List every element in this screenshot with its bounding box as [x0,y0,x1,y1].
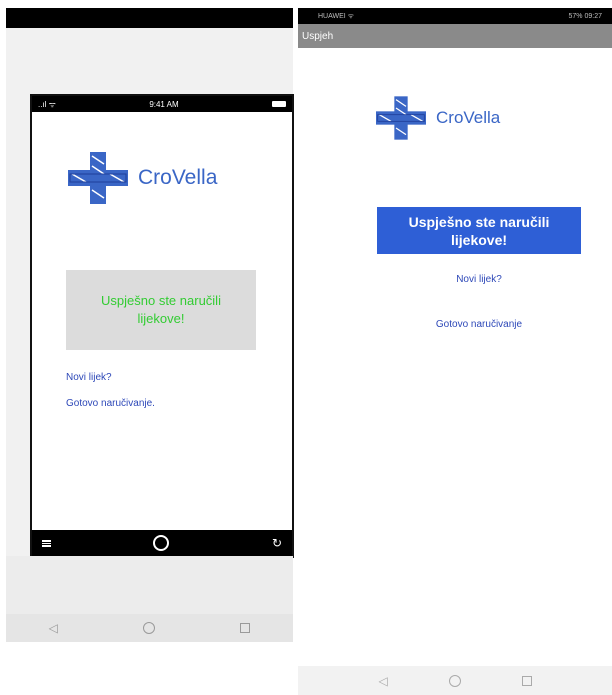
success-message-banner: Uspješno ste naručili lijekove! [377,207,581,254]
menu-icon[interactable] [42,539,51,547]
finish-ordering-link[interactable]: Gotovo naručivanje [298,319,612,330]
recent-apps-icon[interactable] [521,675,532,686]
battery-time-text: 57% 09:27 [568,12,602,20]
brand-header: CroVella [376,96,500,140]
phone-bottom-bar: ↻ [32,530,292,556]
right-screenshot: HUAWEI ᯤ 57% 09:27 Uspjeh CroVella Uspje… [298,8,612,695]
brand-header: CroVella [68,152,217,204]
home-icon[interactable] [448,674,461,687]
success-message-box: Uspješno ste naručili lijekove! [66,270,256,350]
signal-wifi-icon: ..ıl ᯤ [38,99,56,109]
new-medicine-link[interactable]: Novi lijek? [66,372,112,383]
brand-name: CroVella [436,108,501,127]
home-icon[interactable] [143,622,156,634]
crovella-cross-logo-icon [68,152,128,204]
app-bar: Uspjeh [298,24,612,48]
recent-apps-icon[interactable] [240,623,251,633]
home-circle-icon[interactable] [153,535,170,551]
left-system-nav: ◁ [6,614,293,642]
app-title: Uspjeh [302,30,334,42]
lower-gray-band [6,556,293,614]
carrier-text: HUAWEI ᯤ [318,12,355,20]
android-nav-bar: ◁ [298,666,612,695]
refresh-icon[interactable]: ↻ [272,536,282,550]
status-time: 9:41 AM [149,99,179,109]
phone-mockup: ..ıl ᯤ 9:41 AM CroVella Uspješno ste nar… [30,94,294,558]
back-icon[interactable]: ◁ [49,621,58,635]
new-medicine-link[interactable]: Novi lijek? [298,274,612,285]
top-black-bar [6,8,293,28]
finish-ordering-link[interactable]: Gotovo naručivanje. [66,398,155,409]
crovella-cross-logo-icon [376,96,426,140]
phone-status-bar: ..ıl ᯤ 9:41 AM [32,96,292,112]
brand-name: CroVella [138,166,218,189]
left-screenshot: ..ıl ᯤ 9:41 AM CroVella Uspješno ste nar… [6,8,294,642]
back-icon[interactable]: ◁ [378,674,387,688]
android-status-bar: HUAWEI ᯤ 57% 09:27 [298,8,612,24]
battery-icon [272,101,286,107]
